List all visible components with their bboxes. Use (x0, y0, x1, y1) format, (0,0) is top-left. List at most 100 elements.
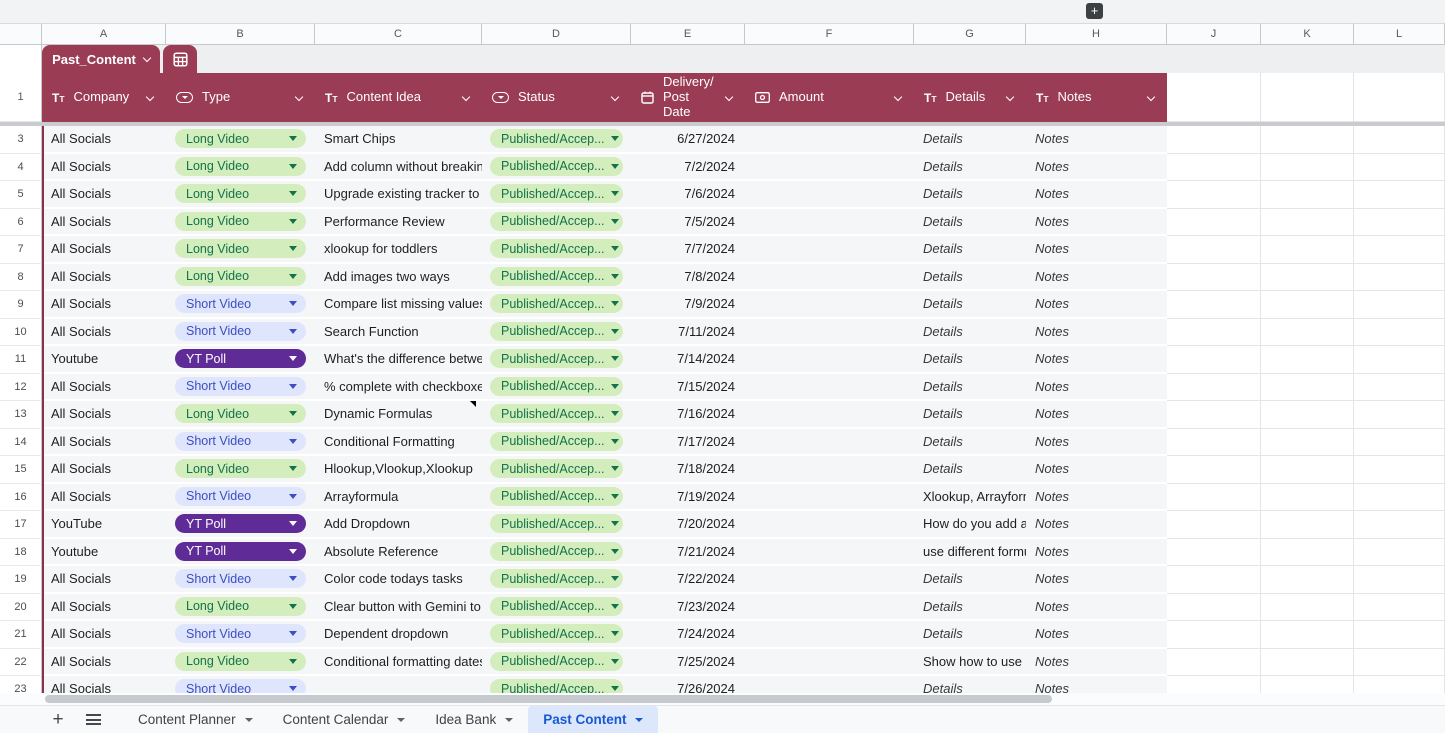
status-cell[interactable]: Published/Accep... (482, 126, 631, 154)
company-cell[interactable]: All Socials (42, 593, 166, 621)
date-cell[interactable]: 7/21/2024 (631, 538, 745, 566)
row-number[interactable]: 22 (0, 648, 42, 676)
amount-cell[interactable] (745, 263, 914, 291)
notes-cell[interactable]: Notes (1026, 373, 1167, 401)
type-dropdown-chip[interactable]: Long Video (175, 239, 306, 259)
row-number[interactable]: 10 (0, 318, 42, 346)
sheet-tab-content-planner[interactable]: Content Planner (123, 706, 268, 733)
column-header-company[interactable]: TT Company (42, 73, 166, 122)
empty-cell[interactable] (1354, 153, 1445, 181)
status-cell[interactable]: Published/Accep... (482, 456, 631, 484)
company-cell[interactable]: All Socials (42, 263, 166, 291)
empty-cell[interactable] (1354, 208, 1445, 236)
empty-cell[interactable] (1354, 428, 1445, 456)
empty-cell[interactable] (1354, 401, 1445, 429)
status-dropdown-chip[interactable]: Published/Accep... (490, 624, 623, 644)
column-letter-b[interactable]: B (166, 23, 315, 45)
row-number[interactable]: 11 (0, 346, 42, 374)
select-all-corner[interactable] (0, 23, 42, 45)
date-cell[interactable]: 6/27/2024 (631, 126, 745, 154)
empty-cell[interactable] (1354, 456, 1445, 484)
status-dropdown-chip[interactable]: Published/Accep... (490, 376, 623, 396)
empty-cell[interactable] (1354, 566, 1445, 594)
status-cell[interactable]: Published/Accep... (482, 181, 631, 209)
status-dropdown-chip[interactable]: Published/Accep... (490, 211, 623, 231)
notes-cell[interactable]: Notes (1026, 346, 1167, 374)
status-dropdown-chip[interactable]: Published/Accep... (490, 294, 623, 314)
notes-cell[interactable]: Notes (1026, 538, 1167, 566)
notes-cell[interactable]: Notes (1026, 181, 1167, 209)
type-dropdown-chip[interactable]: Short Video (175, 431, 306, 451)
empty-cell[interactable] (1167, 236, 1261, 264)
empty-cell[interactable] (1261, 621, 1354, 649)
notes-cell[interactable]: Notes (1026, 291, 1167, 319)
empty-cell[interactable] (1167, 126, 1261, 154)
status-cell[interactable]: Published/Accep... (482, 318, 631, 346)
empty-cell[interactable] (1354, 346, 1445, 374)
column-header-delivery-post-date[interactable]: Delivery/ Post Date (631, 73, 745, 122)
column-header-type[interactable]: Type (166, 73, 315, 122)
details-cell[interactable]: Details (914, 208, 1026, 236)
column-header-notes[interactable]: TT Notes (1026, 73, 1167, 122)
status-cell[interactable]: Published/Accep... (482, 291, 631, 319)
date-cell[interactable]: 7/5/2024 (631, 208, 745, 236)
type-dropdown-chip[interactable]: Long Video (175, 211, 306, 231)
type-cell[interactable]: Long Video (166, 593, 315, 621)
empty-cell[interactable] (1261, 318, 1354, 346)
details-cell[interactable]: Details (914, 593, 1026, 621)
table-name-tab[interactable]: Past_Content (42, 45, 160, 73)
status-dropdown-chip[interactable]: Published/Accep... (490, 596, 623, 616)
horizontal-scrollbar-thumb[interactable] (45, 695, 1052, 703)
notes-cell[interactable]: Notes (1026, 318, 1167, 346)
content-idea-cell[interactable]: Color code todays tasks (315, 566, 482, 594)
details-cell[interactable]: Details (914, 153, 1026, 181)
empty-cell[interactable] (1261, 153, 1354, 181)
content-idea-cell[interactable]: Absolute Reference (315, 538, 482, 566)
type-dropdown-chip[interactable]: Long Video (175, 404, 306, 424)
type-cell[interactable]: Short Video (166, 483, 315, 511)
empty-cell[interactable] (1354, 483, 1445, 511)
sheet-tab-past-content[interactable]: Past Content (528, 705, 659, 733)
chevron-down-icon[interactable] (505, 717, 514, 722)
date-cell[interactable]: 7/25/2024 (631, 648, 745, 676)
empty-cell[interactable] (1261, 291, 1354, 319)
status-cell[interactable]: Published/Accep... (482, 538, 631, 566)
row-number[interactable]: 9 (0, 291, 42, 319)
row-number-1[interactable]: 1 (0, 73, 42, 122)
type-dropdown-chip[interactable]: Short Video (175, 624, 306, 644)
amount-cell[interactable] (745, 483, 914, 511)
type-cell[interactable]: Long Video (166, 181, 315, 209)
row-number[interactable]: 16 (0, 483, 42, 511)
empty-cell[interactable] (1167, 401, 1261, 429)
sheet-tab-content-calendar[interactable]: Content Calendar (268, 706, 421, 733)
chevron-down-icon[interactable] (635, 717, 644, 722)
type-dropdown-chip[interactable]: YT Poll (175, 514, 306, 534)
empty-cell[interactable] (1261, 126, 1354, 154)
company-cell[interactable]: All Socials (42, 373, 166, 401)
notes-cell[interactable]: Notes (1026, 566, 1167, 594)
column-letter-e[interactable]: E (631, 23, 745, 45)
empty-cell[interactable] (1167, 456, 1261, 484)
status-dropdown-chip[interactable]: Published/Accep... (490, 239, 623, 259)
empty-cell[interactable] (1167, 483, 1261, 511)
type-dropdown-chip[interactable]: Short Video (175, 294, 306, 314)
company-cell[interactable]: All Socials (42, 428, 166, 456)
company-cell[interactable]: All Socials (42, 181, 166, 209)
content-idea-cell[interactable]: Arrayformula (315, 483, 482, 511)
empty-cell[interactable] (1167, 566, 1261, 594)
column-letter-g[interactable]: G (914, 23, 1026, 45)
status-dropdown-chip[interactable]: Published/Accep... (490, 156, 623, 176)
type-dropdown-chip[interactable]: Short Video (175, 486, 306, 506)
empty-cell[interactable] (1354, 648, 1445, 676)
empty-cell[interactable] (1261, 181, 1354, 209)
details-cell[interactable]: Details (914, 428, 1026, 456)
status-dropdown-chip[interactable]: Published/Accep... (490, 266, 623, 286)
chevron-down-icon[interactable] (724, 92, 734, 101)
chevron-down-icon[interactable] (244, 717, 253, 722)
empty-cell[interactable] (1261, 648, 1354, 676)
details-cell[interactable]: Details (914, 373, 1026, 401)
empty-cell[interactable] (1261, 236, 1354, 264)
status-dropdown-chip[interactable]: Published/Accep... (490, 569, 623, 589)
type-cell[interactable]: Short Video (166, 318, 315, 346)
empty-cell[interactable] (1261, 511, 1354, 539)
